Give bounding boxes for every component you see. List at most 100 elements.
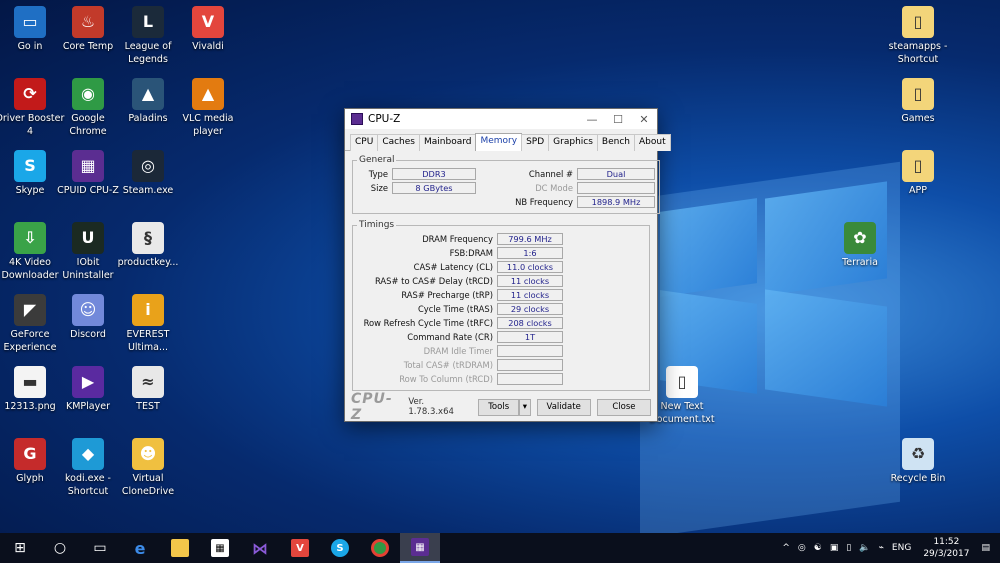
desktop-icon-virtual-clonedrive[interactable]: ☻ Virtual CloneDrive: [112, 438, 184, 498]
minimize-icon[interactable]: —: [579, 113, 605, 126]
tray-icon[interactable]: ⌁: [879, 543, 884, 553]
tab-graphics[interactable]: Graphics: [548, 134, 598, 151]
tab-about[interactable]: About: [634, 134, 671, 151]
start-button[interactable]: ⊞: [0, 533, 40, 563]
timing-value: 799.6 MHz: [497, 233, 563, 245]
edge-icon[interactable]: e: [120, 533, 160, 563]
tab-mainboard[interactable]: Mainboard: [419, 134, 477, 151]
vivaldi-taskbar-icon[interactable]: V: [280, 533, 320, 563]
dcmode-label: DC Mode: [535, 183, 573, 193]
timing-value: [497, 373, 563, 385]
desktop-icon-test[interactable]: ≈ TEST: [112, 366, 184, 414]
tools-button[interactable]: Tools: [478, 398, 520, 416]
cpuz-app-icon: [351, 113, 363, 125]
size-label: Size: [370, 183, 388, 193]
desktop-icon-steamapps-shortcut[interactable]: ▯ steamapps - Shortcut: [882, 6, 954, 66]
cpuz-brand-logo: CPU-Z: [351, 391, 393, 423]
validate-button[interactable]: Validate: [536, 398, 591, 416]
app-icon: ♨: [72, 6, 104, 38]
file-explorer-icon[interactable]: [160, 533, 200, 563]
close-icon[interactable]: ✕: [631, 113, 657, 126]
network-icon[interactable]: ▯: [846, 543, 851, 553]
timing-value: 11.0 clocks: [497, 261, 563, 273]
size-value: 8 GBytes: [392, 182, 476, 194]
channel-value: Dual: [577, 168, 655, 180]
timing-value: [497, 359, 563, 371]
cortana-icon[interactable]: ○: [40, 533, 80, 563]
desktop-icon-label: TEST: [136, 401, 160, 412]
tab-bench[interactable]: Bench: [596, 134, 635, 151]
bottom-bar: CPU-Z Ver. 1.78.3.x64 Tools ▾ Validate C…: [345, 391, 657, 423]
type-value: DDR3: [392, 168, 476, 180]
chrome-taskbar-icon[interactable]: [360, 533, 400, 563]
timing-label: Total CAS# (tRDRAM): [403, 360, 493, 370]
desktop-icon-label: Terraria: [842, 257, 878, 268]
app-icon: ▲: [132, 78, 164, 110]
cpuz-window: CPU-Z — ☐ ✕ CPU Caches Mainboard Memory SPD G…: [344, 108, 671, 423]
desktop-icon-productkey[interactable]: § productkey...: [112, 222, 184, 270]
version-label: Ver. 1.78.3.x64: [408, 397, 454, 417]
app-icon: ▦: [72, 150, 104, 182]
cpuz-taskbar-icon[interactable]: ▦: [400, 533, 440, 563]
action-center-icon[interactable]: ▤: [981, 543, 990, 553]
app-icon: ▭: [14, 6, 46, 38]
volume-icon[interactable]: 🔈: [859, 543, 870, 553]
app-icon: i: [132, 294, 164, 326]
title-bar[interactable]: CPU-Z — ☐ ✕: [345, 109, 657, 129]
desktop-icon-games[interactable]: ▯ Games: [882, 78, 954, 126]
app-icon: S: [14, 150, 46, 182]
desktop-icon-recycle-bin[interactable]: ♻ Recycle Bin: [882, 438, 954, 486]
steam-tray-icon[interactable]: ◎: [798, 543, 806, 553]
timings-group: Timings DRAM Frequency 799.6 MHz FSB:DRAM 1…: [352, 220, 650, 391]
timing-value: 208 clocks: [497, 317, 563, 329]
visual-studio-icon[interactable]: ⋈: [240, 533, 280, 563]
timing-row: Row To Column (tRCD): [357, 372, 645, 386]
nvidia-tray-icon[interactable]: ▣: [830, 543, 839, 553]
desktop-icon-label: VLC media player: [182, 113, 234, 137]
tab-spd[interactable]: SPD: [521, 134, 550, 151]
desktop-icon-vivaldi[interactable]: V Vivaldi: [172, 6, 244, 54]
desktop-icon-label: Virtual CloneDrive: [121, 473, 175, 497]
timing-value: 1:6: [497, 247, 563, 259]
timings-legend: Timings: [359, 220, 395, 230]
desktop-icon-everest-ultima[interactable]: i EVEREST Ultima...: [112, 294, 184, 354]
tab-cpu[interactable]: CPU: [350, 134, 379, 151]
desktop-icon-label: productkey...: [117, 257, 179, 268]
language-indicator[interactable]: ENG: [892, 543, 911, 553]
desktop-icon-label: APP: [909, 185, 927, 196]
app-icon: ▯: [902, 78, 934, 110]
desktop-icon-label: Recycle Bin: [890, 473, 946, 484]
clock-time: 11:52: [933, 537, 960, 547]
show-hidden-icons-icon[interactable]: ^: [782, 543, 790, 553]
tab-memory[interactable]: Memory: [475, 133, 523, 151]
desktop-icon-steam-exe[interactable]: ◎ Steam.exe: [112, 150, 184, 198]
tab-caches[interactable]: Caches: [377, 134, 420, 151]
clock[interactable]: 11:52 29/3/2017: [923, 536, 969, 560]
desktop-icon-terraria[interactable]: ✿ Terraria: [824, 222, 896, 270]
close-button[interactable]: Close: [596, 398, 652, 416]
store-icon[interactable]: ▦: [200, 533, 240, 563]
desktop-icon-app[interactable]: ▯ APP: [882, 150, 954, 198]
app-icon: ♻: [902, 438, 934, 470]
skype-taskbar-icon[interactable]: S: [320, 533, 360, 563]
app-icon: ◤: [14, 294, 46, 326]
timing-value: 11 clocks: [497, 289, 563, 301]
app-icon: ✿: [844, 222, 876, 254]
channel-label: Channel #: [528, 169, 573, 179]
desktop-icon-label: Vivaldi: [192, 41, 224, 52]
timing-label: DRAM Idle Timer: [423, 346, 493, 356]
tray-app-icon[interactable]: ☯: [814, 543, 822, 553]
desktop-icon-label: steamapps - Shortcut: [888, 41, 948, 65]
desktop-icon-vlc-media-player[interactable]: ▲ VLC media player: [172, 78, 244, 138]
timing-label: RAS# to CAS# Delay (tRCD): [374, 276, 493, 286]
task-view-icon[interactable]: ▭: [80, 533, 120, 563]
maximize-icon[interactable]: ☐: [605, 113, 631, 126]
tools-dropdown-icon[interactable]: ▾: [519, 398, 531, 416]
window-title: CPU-Z: [368, 113, 401, 125]
general-group: General Type DDR3 Channel # Dual Size 8 …: [352, 155, 660, 214]
timing-row: DRAM Frequency 799.6 MHz: [357, 232, 645, 246]
system-tray: ^ ◎ ☯ ▣ ▯ 🔈 ⌁ ENG 11:52 29/3/2017 ▤: [778, 533, 1000, 563]
app-icon: ≈: [132, 366, 164, 398]
app-icon: ☺: [72, 294, 104, 326]
app-icon: V: [192, 6, 224, 38]
